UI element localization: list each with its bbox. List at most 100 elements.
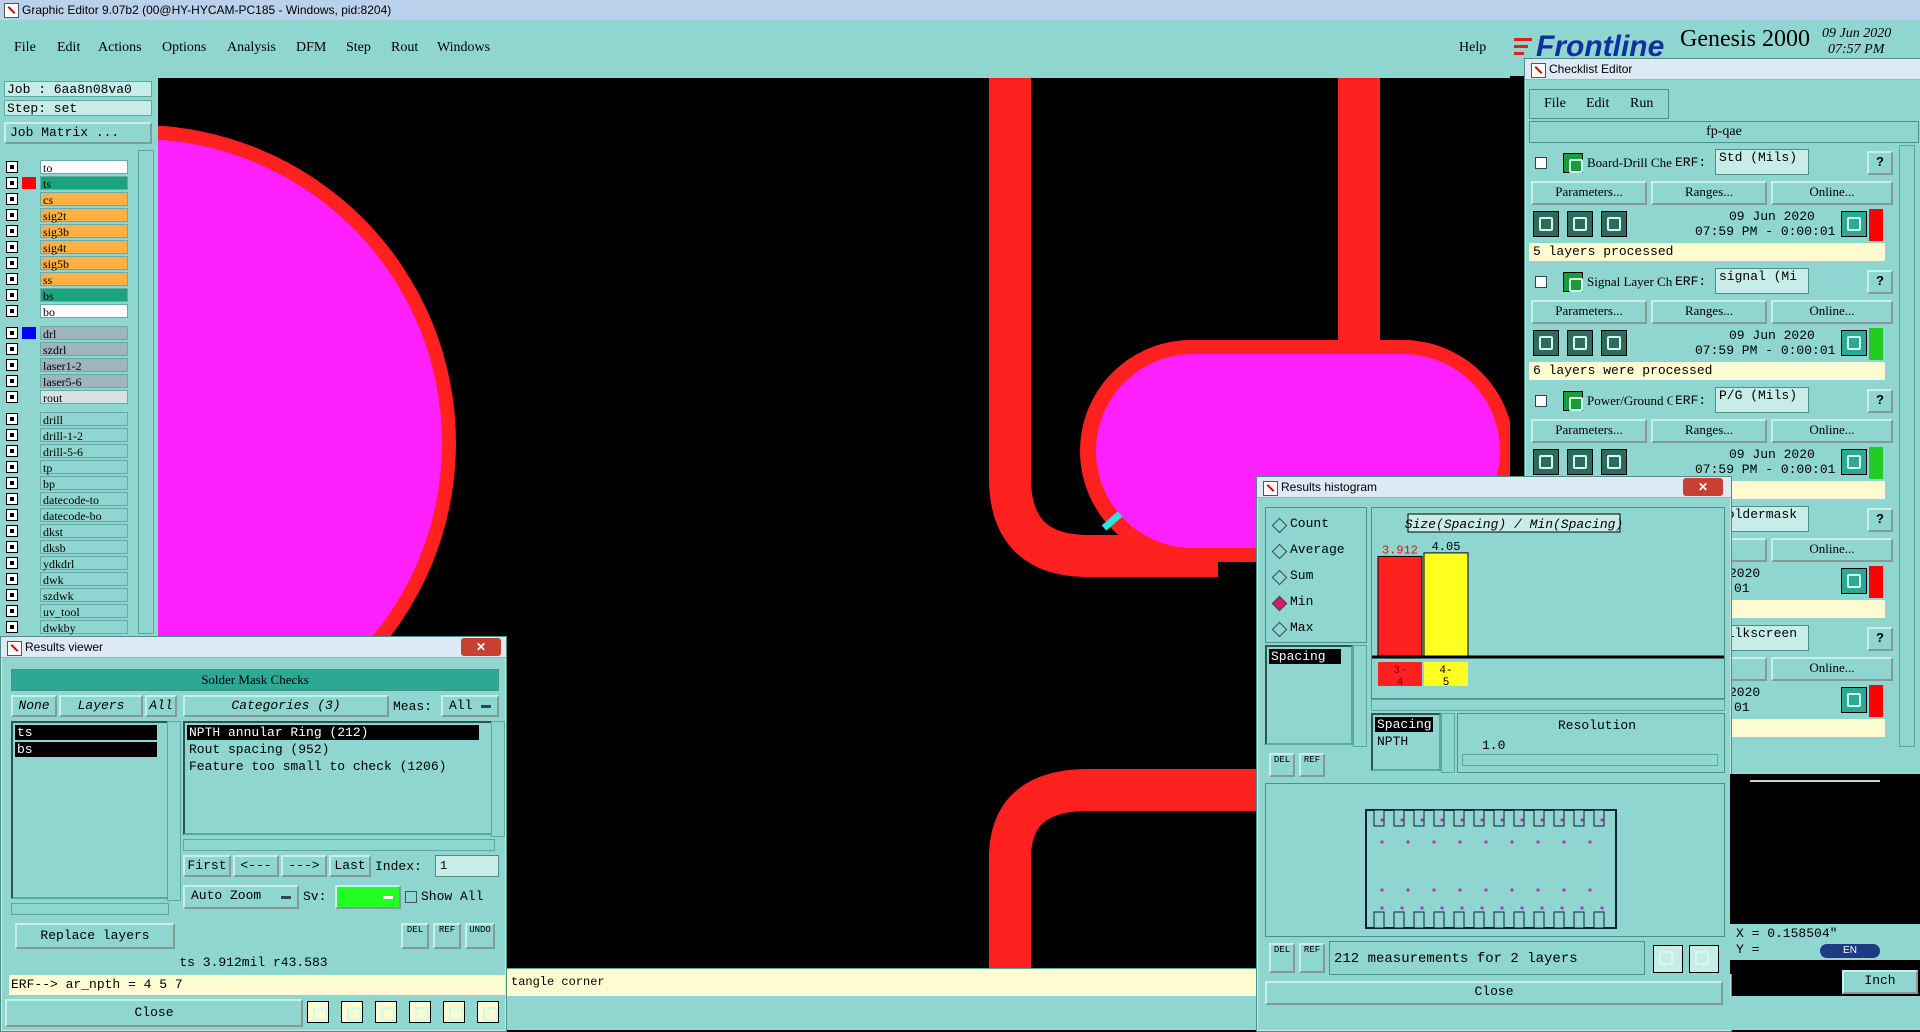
histogram-field-list[interactable]: Spacing [1265, 645, 1353, 745]
histogram-field-scrollbar[interactable] [1353, 645, 1367, 747]
check-enable-checkbox[interactable] [1535, 157, 1547, 169]
menu-rout[interactable]: Rout [391, 40, 418, 56]
layer-name[interactable]: ydkdrl [40, 556, 128, 571]
layer-checkbox[interactable] [6, 461, 18, 473]
chart-icon[interactable] [477, 1001, 499, 1023]
layer-checkbox[interactable] [6, 257, 18, 269]
undo-button[interactable]: UNDO [465, 923, 495, 949]
layer-list-scrollbar[interactable] [167, 721, 181, 901]
toolbar-icon-5[interactable] [443, 1001, 465, 1023]
run-icon[interactable] [1533, 330, 1559, 356]
layer-row[interactable]: sig2t [6, 208, 128, 223]
layer-name[interactable]: rout [40, 390, 128, 405]
toolbar-icon-4[interactable] [409, 1001, 431, 1023]
layer-name[interactable]: sig3b [40, 224, 128, 239]
menu-dfm[interactable]: DFM [296, 40, 326, 56]
check-help-button[interactable]: ? [1867, 389, 1893, 413]
histogram-bar[interactable] [1423, 552, 1469, 657]
layer-name[interactable]: ts [40, 176, 128, 191]
layer-checkbox[interactable] [6, 327, 18, 339]
list-item[interactable]: ts [15, 725, 157, 740]
layer-row[interactable]: datecode-bo [6, 508, 128, 523]
layer-checkbox[interactable] [6, 573, 18, 585]
checklist-scrollbar[interactable] [1899, 145, 1915, 747]
resolution-list-scrollbar[interactable] [1441, 713, 1455, 773]
unit-select[interactable]: Inch [1842, 970, 1918, 994]
first-button[interactable]: First [183, 855, 231, 877]
layer-checkbox[interactable] [6, 359, 18, 371]
list-item[interactable]: NPTH annular Ring (212) [187, 725, 479, 740]
histogram-close-icon[interactable]: ✕ [1683, 478, 1723, 496]
job-matrix-button[interactable]: Job Matrix ... [4, 122, 152, 144]
run-all-icon[interactable] [1601, 211, 1627, 237]
checklist-menu-run[interactable]: Run [1630, 96, 1653, 112]
layer-name[interactable]: dksb [40, 540, 128, 555]
import-icon[interactable] [1689, 945, 1719, 973]
replace-layers-select[interactable]: Replace layers [15, 923, 175, 949]
layer-row[interactable]: uv_tool [6, 604, 128, 619]
layer-row[interactable]: sig5b [6, 256, 128, 271]
layer-row[interactable]: ydkdrl [6, 556, 128, 571]
layer-checkbox[interactable] [6, 605, 18, 617]
layer-name[interactable]: datecode-to [40, 492, 128, 507]
list-item[interactable]: Spacing [1375, 717, 1433, 732]
layer-row[interactable]: ts [6, 176, 128, 191]
online-button[interactable]: Online... [1771, 538, 1893, 562]
layer-name[interactable]: dwkby [40, 620, 128, 635]
layer-row[interactable]: laser1-2 [6, 358, 128, 373]
categories-button[interactable]: Categories (3) [183, 695, 389, 717]
none-button[interactable]: None [11, 695, 57, 717]
erf-value[interactable]: signal (Mi [1715, 268, 1809, 294]
export-icon[interactable] [1653, 945, 1683, 973]
layer-name[interactable]: sig5b [40, 256, 128, 271]
run-step-icon[interactable] [1567, 449, 1593, 475]
ref-button[interactable]: REF [433, 923, 461, 949]
count-radio[interactable] [1271, 517, 1288, 534]
list-item[interactable]: bs [15, 742, 157, 757]
layer-checkbox[interactable] [6, 557, 18, 569]
layer-name[interactable]: drill [40, 412, 128, 427]
layer-name[interactable]: datecode-bo [40, 508, 128, 523]
resolution-field-list[interactable]: Spacing NPTH [1371, 713, 1441, 771]
layer-name[interactable]: tp [40, 460, 128, 475]
online-button[interactable]: Online... [1771, 300, 1893, 324]
layer-name[interactable]: laser5-6 [40, 374, 128, 389]
close-button[interactable]: Close [5, 999, 303, 1027]
check-help-button[interactable]: ? [1867, 270, 1893, 294]
list-item[interactable]: Spacing [1269, 649, 1341, 664]
layer-checkbox[interactable] [6, 429, 18, 441]
layer-name[interactable]: laser1-2 [40, 358, 128, 373]
list-item[interactable]: Rout spacing (952) [187, 742, 489, 757]
layer-name[interactable]: cs [40, 192, 128, 207]
hist-del2-button[interactable]: DEL [1269, 943, 1295, 973]
menu-edit[interactable]: Edit [57, 40, 80, 56]
check-help-button[interactable]: ? [1867, 627, 1893, 651]
hist-ref-button[interactable]: REF [1299, 753, 1325, 777]
layer-row[interactable]: dwk [6, 572, 128, 587]
erf-value[interactable]: Std (Mils) [1715, 149, 1809, 175]
online-button[interactable]: Online... [1771, 657, 1893, 681]
parameters-button[interactable]: Parameters... [1531, 181, 1647, 205]
layer-name[interactable]: dkst [40, 524, 128, 539]
check-help-button[interactable]: ? [1867, 151, 1893, 175]
zoom-icon[interactable] [1841, 330, 1867, 356]
layer-row[interactable]: drl [6, 326, 128, 341]
resolution-slider[interactable] [1462, 754, 1718, 766]
del-button[interactable]: DEL [401, 923, 429, 949]
menu-actions[interactable]: Actions [98, 40, 142, 56]
parameters-button[interactable]: Parameters... [1531, 419, 1647, 443]
layer-name[interactable]: uv_tool [40, 604, 128, 619]
menu-windows[interactable]: Windows [437, 40, 490, 56]
category-list-hscrollbar[interactable] [183, 839, 495, 851]
hist-del-button[interactable]: DEL [1269, 753, 1295, 777]
run-all-icon[interactable] [1601, 449, 1627, 475]
ranges-button[interactable]: Ranges... [1651, 300, 1767, 324]
layer-checkbox[interactable] [6, 177, 18, 189]
layer-name[interactable]: dwk [40, 572, 128, 587]
run-icon[interactable] [1533, 449, 1559, 475]
layer-checkbox[interactable] [6, 621, 18, 633]
layer-row[interactable]: szdwk [6, 588, 128, 603]
layer-name[interactable]: bp [40, 476, 128, 491]
run-step-icon[interactable] [1567, 330, 1593, 356]
layer-checkbox[interactable] [6, 525, 18, 537]
